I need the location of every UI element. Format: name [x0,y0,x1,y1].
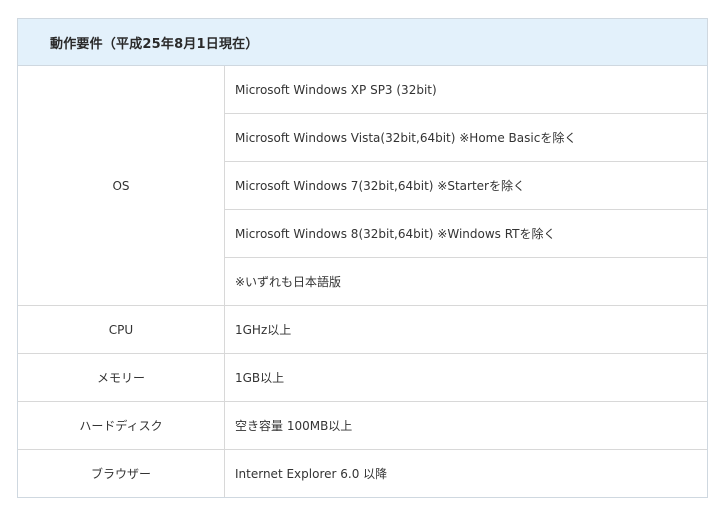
row-values-cpu: 1GHz以上 [225,306,707,353]
value-cell: 1GB以上 [235,371,285,385]
value-cell: 空き容量 100MB以上 [235,419,353,433]
row-memory: メモリー 1GB以上 [18,354,707,402]
value-cell: Microsoft Windows XP SP3 (32bit) [225,66,707,114]
value-cell: Internet Explorer 6.0 以降 [235,467,388,481]
row-browser: ブラウザー Internet Explorer 6.0 以降 [18,450,707,497]
value-cell: ※いずれも日本語版 [235,275,342,289]
row-values-hard-disk: 空き容量 100MB以上 [225,402,707,449]
table-title: 動作要件（平成25年8月1日現在） [50,36,259,52]
table-header: 動作要件（平成25年8月1日現在） [18,19,707,66]
requirements-table: 動作要件（平成25年8月1日現在） OS Microsoft Windows X… [17,18,708,498]
row-label-cpu: CPU [18,306,225,353]
value-cell: 1GHz以上 [235,323,292,337]
value-cell: Microsoft Windows Vista(32bit,64bit) ※Ho… [225,114,707,162]
row-values-memory: 1GB以上 [225,354,707,401]
value-cell: Microsoft Windows 8(32bit,64bit) ※Window… [225,210,707,258]
row-label-os: OS [18,66,225,305]
row-label-hard-disk: ハードディスク [18,402,225,449]
row-hard-disk: ハードディスク 空き容量 100MB以上 [18,402,707,450]
row-os: OS Microsoft Windows XP SP3 (32bit) Micr… [18,66,707,306]
row-label-browser: ブラウザー [18,450,225,497]
row-label-memory: メモリー [18,354,225,401]
table-body: OS Microsoft Windows XP SP3 (32bit) Micr… [18,66,707,497]
value-cell: Microsoft Windows 7(32bit,64bit) ※Starte… [225,162,707,210]
row-cpu: CPU 1GHz以上 [18,306,707,354]
row-values-browser: Internet Explorer 6.0 以降 [225,450,707,497]
row-values-os: Microsoft Windows XP SP3 (32bit) Microso… [225,66,707,305]
